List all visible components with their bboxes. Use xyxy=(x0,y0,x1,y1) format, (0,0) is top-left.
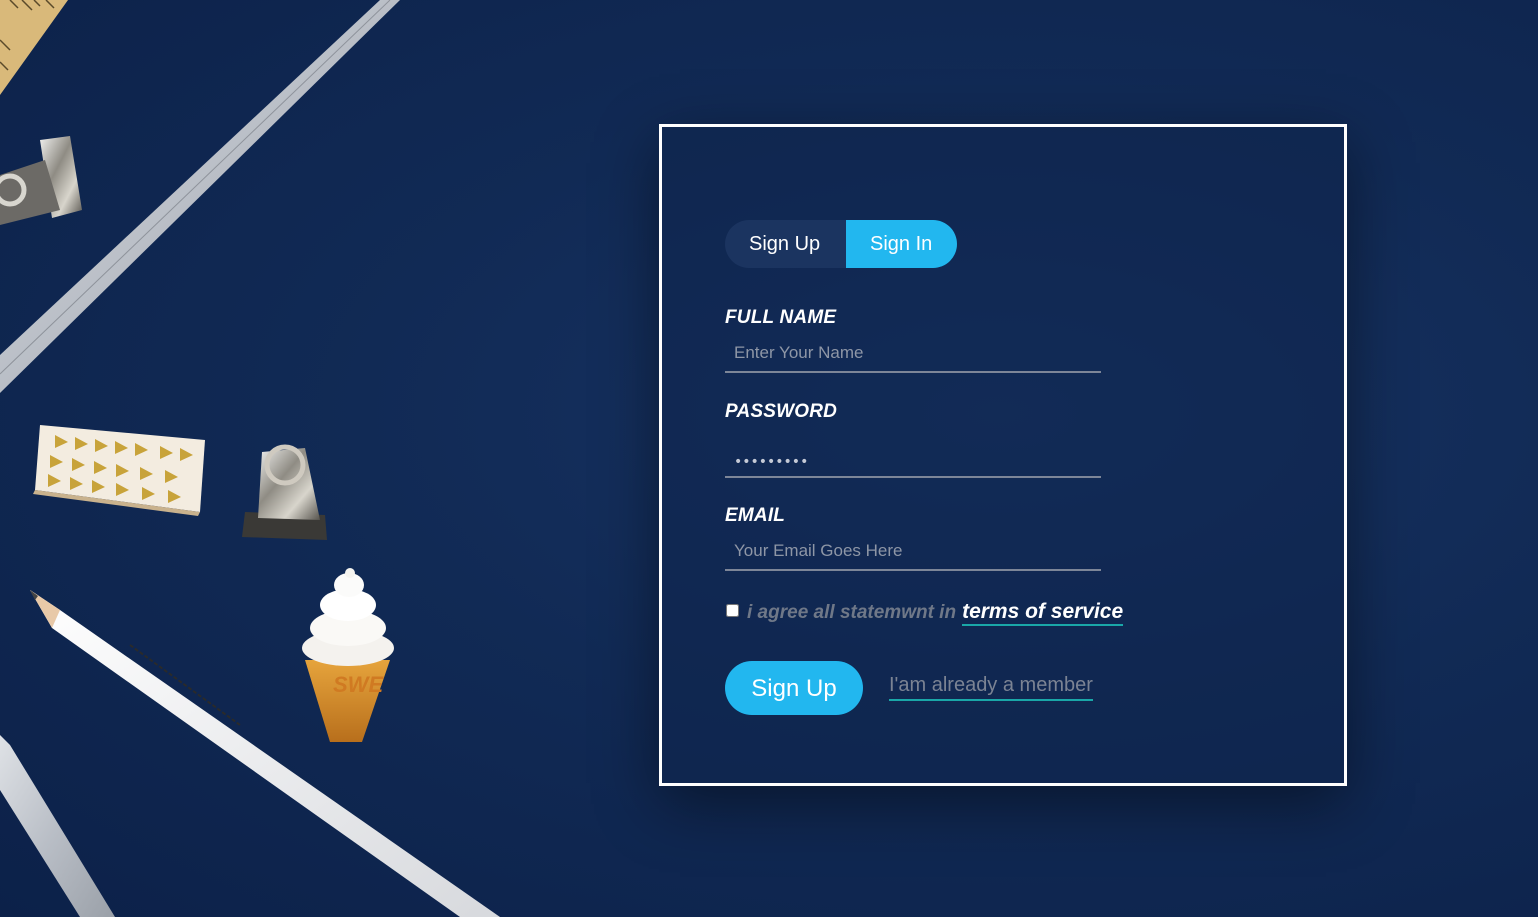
password-label: PASSWORD xyxy=(725,401,838,422)
binder-clip-top-decoration xyxy=(0,136,82,225)
terms-agreement-row: i agree all statemwnt in terms of servic… xyxy=(726,600,1124,626)
binder-clip-middle-decoration xyxy=(242,444,327,540)
terms-checkbox[interactable] xyxy=(726,603,739,617)
washi-tape-decoration xyxy=(33,425,205,516)
full-name-input[interactable] xyxy=(725,335,1101,373)
ruler-decoration xyxy=(0,0,68,95)
grey-pencil-bottom-decoration xyxy=(0,735,115,917)
signup-form-card: Sign Up Sign In FULL NAME PASSWORD •••••… xyxy=(659,124,1347,786)
terms-of-service-link[interactable]: terms of service xyxy=(962,600,1124,626)
email-label: EMAIL xyxy=(725,505,786,526)
tab-sign-up[interactable]: Sign Up xyxy=(725,220,846,268)
white-pencil-bottom-decoration xyxy=(30,590,500,917)
email-input[interactable] xyxy=(725,533,1101,571)
sign-up-submit-button[interactable]: Sign Up xyxy=(725,661,863,715)
ice-cream-eraser-decoration: SWE xyxy=(302,568,394,742)
auth-tab-switcher: Sign Up Sign In xyxy=(725,220,957,268)
full-name-label: FULL NAME xyxy=(725,307,837,328)
password-masked-value: ••••••••• xyxy=(734,454,809,470)
terms-agreement-text: i agree all statemwnt in xyxy=(747,602,957,623)
already-member-link[interactable]: I'am already a member xyxy=(889,674,1093,701)
tab-sign-in[interactable]: Sign In xyxy=(846,220,957,268)
svg-text:SWE: SWE xyxy=(333,672,384,697)
grey-pencil-top-decoration xyxy=(0,0,400,393)
